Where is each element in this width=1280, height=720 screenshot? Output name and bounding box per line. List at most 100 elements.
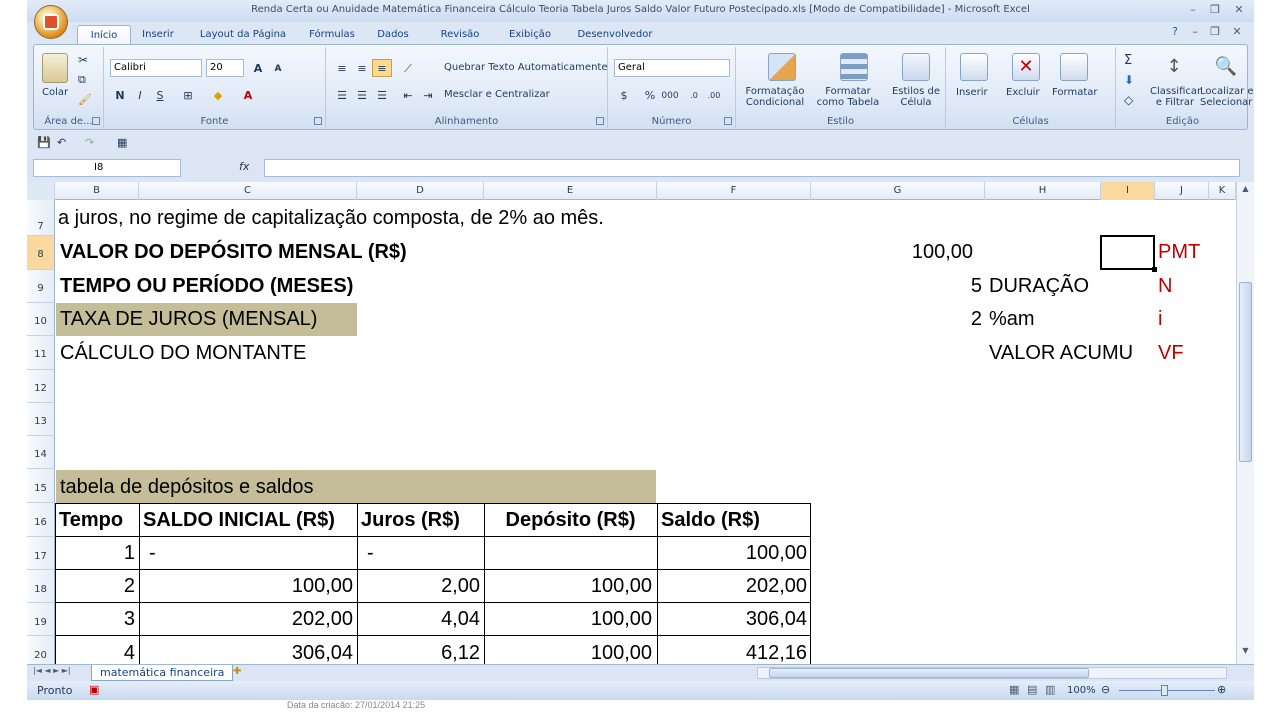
macro-record-icon[interactable]: ▣	[89, 683, 99, 696]
tab-inicio[interactable]: Início	[77, 25, 131, 44]
col-header-k[interactable]: K	[1209, 182, 1236, 200]
undo-icon[interactable]: ↶	[57, 136, 66, 149]
tab-layout[interactable]: Layout da Página	[195, 25, 291, 44]
font-size-select[interactable]: 20	[206, 59, 244, 77]
decrease-indent-icon[interactable]: ⇤	[398, 86, 418, 104]
clipboard-launcher-icon[interactable]	[92, 117, 100, 125]
col-header-i[interactable]: I	[1101, 182, 1155, 200]
page-break-icon[interactable]: ▥	[1045, 683, 1055, 696]
table-cell[interactable]: 100,00	[139, 570, 353, 602]
formula-input[interactable]	[264, 159, 1240, 177]
row-header[interactable]: 7	[27, 200, 55, 236]
autosum-button[interactable]: Σ	[1124, 53, 1132, 68]
vertical-scrollbar[interactable]: ▲ ▼	[1236, 182, 1254, 664]
zoom-in-icon[interactable]: ⊕	[1217, 683, 1226, 696]
col-header-j[interactable]: J	[1155, 182, 1209, 200]
table-cell[interactable]: 2,00	[357, 570, 480, 602]
insert-function-button[interactable]: fx	[239, 160, 249, 173]
table-cell[interactable]: 100,00	[484, 637, 652, 664]
fill-icon[interactable]: ⬇	[1124, 73, 1134, 87]
col-header-h[interactable]: H	[985, 182, 1101, 200]
sort-filter-button[interactable]: Classificar e Filtrar	[1150, 86, 1201, 108]
font-color-icon[interactable]: A	[238, 86, 258, 104]
font-name-select[interactable]: Calibri	[110, 59, 202, 77]
deposit-value[interactable]: 100,00	[867, 236, 973, 268]
table-cell[interactable]: 100,00	[484, 570, 652, 602]
paste-button[interactable]: Colar	[42, 87, 68, 98]
number-format-select[interactable]: Geral	[614, 59, 730, 77]
rate-value[interactable]: 2	[927, 303, 982, 335]
format-painter-icon[interactable]: 🖌	[78, 93, 92, 106]
shrink-font-icon[interactable]: A	[268, 59, 288, 77]
tab-dados[interactable]: Dados	[373, 25, 413, 44]
font-launcher-icon[interactable]	[314, 117, 322, 125]
align-top-icon[interactable]: ≡	[332, 59, 352, 77]
insert-sheet-icon[interactable]: ✚	[233, 666, 241, 677]
format-as-table-button[interactable]: Formatar como Tabela	[812, 86, 884, 108]
wrap-text-button[interactable]: Quebrar Texto Automaticamente	[444, 62, 607, 73]
fill-handle[interactable]	[1152, 267, 1157, 272]
col-header-c[interactable]: C	[139, 182, 357, 200]
increase-indent-icon[interactable]: ⇥	[418, 86, 438, 104]
row-header[interactable]: 14	[27, 436, 55, 469]
save-icon[interactable]: 💾	[37, 136, 51, 149]
row-header[interactable]: 15	[27, 469, 55, 503]
zoom-thumb[interactable]	[1161, 685, 1168, 696]
table-cell[interactable]: 202,00	[657, 570, 807, 602]
table-cell[interactable]: 306,04	[657, 603, 807, 635]
close-icon[interactable]: ✕	[1231, 3, 1247, 16]
row-header[interactable]: 13	[27, 403, 55, 436]
col-header-f[interactable]: F	[657, 182, 811, 200]
table-cell[interactable]: 2	[55, 570, 135, 602]
grow-font-icon[interactable]: A	[248, 59, 268, 77]
paste-icon[interactable]	[42, 53, 68, 83]
table-cell[interactable]: 100,00	[484, 603, 652, 635]
number-launcher-icon[interactable]	[724, 117, 732, 125]
table-cell[interactable]: 3	[55, 603, 135, 635]
format-cells-button[interactable]: Formatar	[1052, 87, 1097, 98]
find-select-icon[interactable]: 🔍	[1212, 53, 1240, 81]
col-header-g[interactable]: G	[811, 182, 985, 200]
table-cell[interactable]: 6,12	[357, 637, 480, 664]
table-cell[interactable]: 4,04	[357, 603, 480, 635]
underline-button[interactable]: S	[150, 86, 170, 104]
tab-formulas[interactable]: Fórmulas	[301, 25, 363, 44]
sort-filter-icon[interactable]: ↕	[1160, 53, 1188, 81]
selected-cell-i8[interactable]	[1100, 235, 1155, 270]
row-header[interactable]: 11	[27, 336, 55, 370]
normal-view-icon[interactable]: ▦	[1009, 683, 1019, 696]
increase-decimal-icon[interactable]: .0	[684, 86, 704, 104]
clear-icon[interactable]: ◇	[1124, 93, 1133, 107]
row-header[interactable]: 12	[27, 370, 55, 403]
delete-cells-button[interactable]: Excluir	[1006, 87, 1040, 98]
table-cell[interactable]: -	[149, 537, 156, 569]
col-header-e[interactable]: E	[484, 182, 657, 200]
align-middle-icon[interactable]: ≡	[352, 59, 372, 77]
row-header[interactable]: 20	[27, 636, 55, 664]
customize-qat-icon[interactable]: ▦	[117, 136, 127, 149]
tab-desenvolvedor[interactable]: Desenvolvedor	[575, 25, 655, 44]
row-header[interactable]: 19	[27, 603, 55, 636]
sheet-nav-icon[interactable]: |◄ ◄ ► ►|	[33, 666, 71, 675]
table-cell[interactable]: 4	[55, 637, 135, 664]
workbook-close-icon[interactable]: ✕	[1229, 25, 1245, 38]
row-header[interactable]: 9	[27, 270, 55, 303]
orientation-icon[interactable]: ⟋	[398, 59, 418, 77]
row-header[interactable]: 8	[27, 236, 55, 270]
merge-center-button[interactable]: Mesclar e Centralizar	[444, 89, 550, 100]
row-header[interactable]: 17	[27, 537, 55, 570]
borders-icon[interactable]: ⊞	[178, 86, 198, 104]
conditional-format-icon[interactable]	[768, 53, 796, 81]
scroll-up-icon[interactable]: ▲	[1239, 184, 1252, 198]
align-bottom-icon[interactable]: ≡	[372, 59, 392, 77]
table-cell[interactable]: -	[367, 537, 374, 569]
col-header-d[interactable]: D	[357, 182, 484, 200]
select-all-corner[interactable]	[27, 182, 55, 200]
horizontal-scroll-thumb[interactable]	[769, 668, 1089, 678]
percent-button[interactable]: %	[640, 86, 660, 104]
cell-styles-icon[interactable]	[902, 53, 930, 81]
minimize-icon[interactable]: –	[1185, 3, 1201, 16]
currency-icon[interactable]: $	[614, 86, 634, 104]
page-layout-icon[interactable]: ▤	[1027, 683, 1037, 696]
italic-button[interactable]: I	[130, 86, 150, 104]
